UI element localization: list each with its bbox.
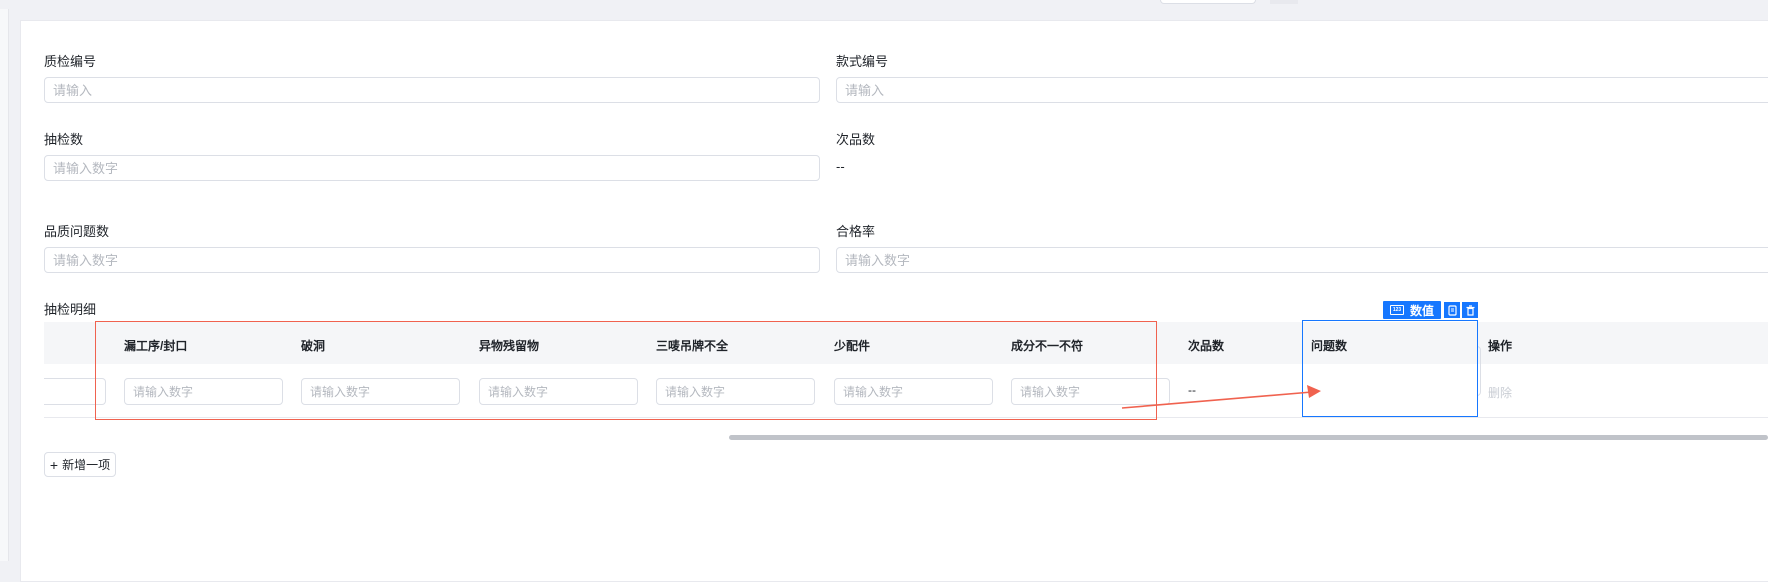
sample-count-label: 抽检数 <box>44 132 84 147</box>
col-missing-process: 漏工序/封口 <box>124 339 188 353</box>
add-item-button[interactable]: + 新增一项 <box>44 452 116 477</box>
number-widget-badge[interactable]: 123 数值 <box>1383 301 1441 319</box>
row-delete-link[interactable]: 删除 <box>1488 384 1512 401</box>
style-no-label: 款式编号 <box>836 54 889 69</box>
sample-count-input[interactable] <box>44 155 820 181</box>
row-issue-value: - <box>1314 383 1318 397</box>
col-issue-count: 问题数 <box>1311 339 1348 353</box>
form-card <box>20 20 1768 582</box>
top-icon-button[interactable] <box>1270 0 1298 4</box>
col-action: 操作 <box>1488 339 1513 353</box>
detail-section-title: 抽检明细 <box>44 302 97 317</box>
defect-count-label: 次品数 <box>836 132 876 147</box>
number-widget-label: 数值 <box>1409 303 1434 318</box>
horizontal-scrollbar[interactable] <box>729 435 1768 440</box>
qc-no-label: 质检编号 <box>44 54 97 69</box>
table-row-divider <box>44 417 1768 418</box>
quality-issue-count-label: 品质问题数 <box>44 224 110 239</box>
column-resize-handle[interactable] <box>1477 346 1481 396</box>
row-leading-input[interactable] <box>44 378 106 405</box>
top-bar <box>0 0 1768 9</box>
add-item-label: 新增一项 <box>62 458 111 472</box>
top-button[interactable] <box>1160 0 1256 4</box>
col-missing-accessory: 少配件 <box>834 339 871 353</box>
pass-rate-label: 合格率 <box>836 224 876 239</box>
col-hole: 破洞 <box>301 339 326 353</box>
missing-process-input[interactable] <box>124 378 283 405</box>
foreign-residue-input[interactable] <box>479 378 638 405</box>
number-icon: 123 <box>1389 305 1404 315</box>
label-tag-incomplete-input[interactable] <box>656 378 815 405</box>
left-sidebar-edge <box>0 9 9 561</box>
copy-icon[interactable] <box>1444 302 1460 318</box>
qc-no-input[interactable] <box>44 77 820 103</box>
col-foreign-residue: 异物残留物 <box>479 339 540 353</box>
col-composition-mismatch: 成分不一不符 <box>1011 339 1084 353</box>
col-defect-count: 次品数 <box>1188 339 1225 353</box>
row-defect-value: -- <box>1188 383 1196 397</box>
plus-icon: + <box>49 456 59 473</box>
pass-rate-input[interactable] <box>836 247 1768 273</box>
col-label-tag-incomplete: 三唛吊牌不全 <box>656 339 729 353</box>
defect-count-value: -- <box>836 159 845 174</box>
hole-input[interactable] <box>301 378 460 405</box>
missing-accessory-input[interactable] <box>834 378 993 405</box>
composition-mismatch-input[interactable] <box>1011 378 1170 405</box>
trash-icon[interactable] <box>1462 302 1478 318</box>
style-no-input[interactable] <box>836 77 1768 103</box>
quality-issue-count-input[interactable] <box>44 247 820 273</box>
